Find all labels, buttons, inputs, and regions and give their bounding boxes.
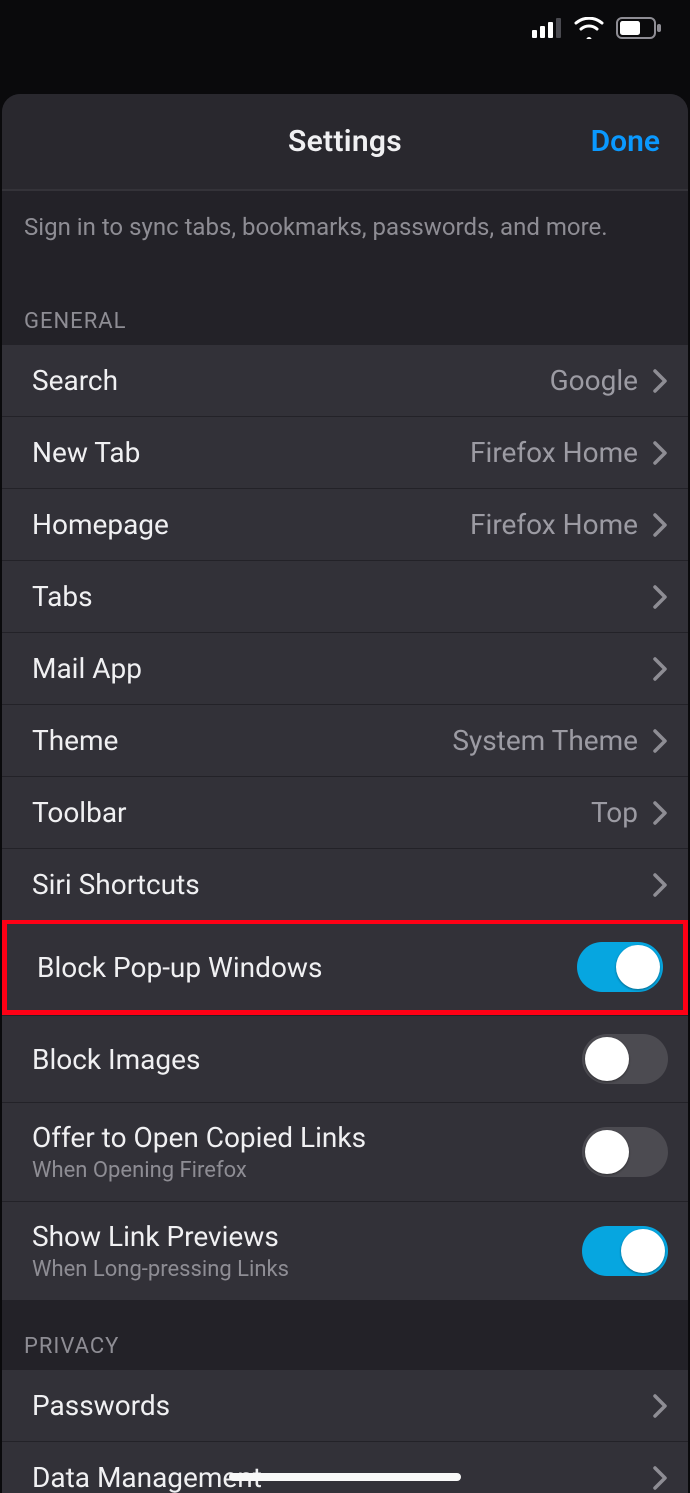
toggle-block-popups[interactable] — [577, 942, 663, 992]
row-theme[interactable]: Theme System Theme — [2, 704, 688, 776]
row-value: Firefox Home — [470, 436, 638, 469]
row-search[interactable]: Search Google — [2, 344, 688, 416]
row-label: Offer to Open Copied Links — [32, 1121, 582, 1154]
row-value: Google — [550, 364, 638, 397]
row-value: Firefox Home — [470, 508, 638, 541]
toggle-copied-links[interactable] — [582, 1127, 668, 1177]
row-tabs[interactable]: Tabs — [2, 560, 688, 632]
toggle-block-images[interactable] — [582, 1034, 668, 1084]
wifi-icon — [574, 17, 604, 43]
row-toolbar[interactable]: Toolbar Top — [2, 776, 688, 848]
row-new-tab[interactable]: New Tab Firefox Home — [2, 416, 688, 488]
row-label: Passwords — [32, 1389, 652, 1422]
row-label: Show Link Previews — [32, 1220, 582, 1253]
chevron-right-icon — [652, 872, 668, 898]
toggle-link-previews[interactable] — [582, 1226, 668, 1276]
chevron-right-icon — [652, 1465, 668, 1491]
section-header-general: GENERAL — [2, 253, 688, 344]
row-copied-links: Offer to Open Copied Links When Opening … — [2, 1102, 688, 1201]
done-button[interactable]: Done — [591, 124, 688, 159]
row-label: Block Images — [32, 1043, 582, 1076]
chevron-right-icon — [652, 440, 668, 466]
row-label: Theme — [32, 724, 452, 757]
toggle-knob — [616, 945, 660, 989]
row-data-management[interactable]: Data Management — [2, 1441, 688, 1493]
home-indicator[interactable] — [229, 1473, 461, 1481]
section-header-privacy: PRIVACY — [2, 1300, 688, 1369]
row-sublabel: When Long-pressing Links — [32, 1257, 582, 1282]
nav-header: Settings Done — [2, 94, 688, 190]
row-label: New Tab — [32, 436, 470, 469]
chevron-right-icon — [652, 584, 668, 610]
status-bar — [0, 0, 690, 60]
row-mail-app[interactable]: Mail App — [2, 632, 688, 704]
row-label: Toolbar — [32, 796, 591, 829]
chevron-right-icon — [652, 512, 668, 538]
row-label: Block Pop-up Windows — [37, 951, 577, 984]
row-block-popups: Block Pop-up Windows — [7, 924, 683, 1010]
row-link-previews: Show Link Previews When Long-pressing Li… — [2, 1201, 688, 1300]
row-label: Mail App — [32, 652, 652, 685]
row-label: Tabs — [32, 580, 652, 613]
highlighted-row: Block Pop-up Windows — [2, 919, 688, 1015]
chevron-right-icon — [652, 368, 668, 394]
sync-hint: Sign in to sync tabs, bookmarks, passwor… — [2, 190, 688, 253]
cellular-icon — [532, 18, 562, 42]
chevron-right-icon — [652, 1393, 668, 1419]
chevron-right-icon — [652, 728, 668, 754]
chevron-right-icon — [652, 656, 668, 682]
row-sublabel: When Opening Firefox — [32, 1158, 582, 1183]
chevron-right-icon — [652, 800, 668, 826]
row-label: Homepage — [32, 508, 470, 541]
row-value: Top — [591, 796, 638, 829]
row-value: System Theme — [452, 724, 638, 757]
settings-sheet: Settings Done Sign in to sync tabs, book… — [2, 94, 688, 1493]
row-passwords[interactable]: Passwords — [2, 1369, 688, 1441]
toggle-knob — [585, 1037, 629, 1081]
row-label: Search — [32, 364, 550, 397]
toggle-knob — [585, 1130, 629, 1174]
toggle-knob — [621, 1229, 665, 1273]
row-label: Siri Shortcuts — [32, 868, 652, 901]
row-siri-shortcuts[interactable]: Siri Shortcuts — [2, 848, 688, 920]
page-title: Settings — [2, 124, 688, 159]
row-homepage[interactable]: Homepage Firefox Home — [2, 488, 688, 560]
battery-icon — [616, 17, 662, 43]
settings-list[interactable]: Sign in to sync tabs, bookmarks, passwor… — [2, 190, 688, 1493]
row-block-images: Block Images — [2, 1015, 688, 1102]
